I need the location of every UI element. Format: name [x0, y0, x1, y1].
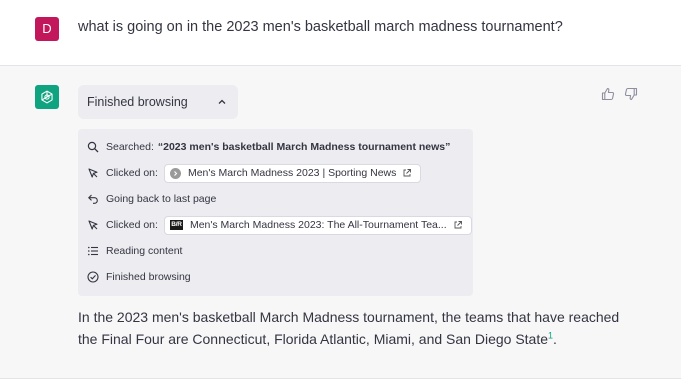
check-circle-icon: [87, 271, 99, 283]
step-label: Clicked on:: [106, 167, 158, 179]
browsing-step-back: Going back to last page: [87, 189, 216, 209]
link-text: Men's March Madness 2023: The All-Tourna…: [189, 219, 447, 231]
step-label: Going back to last page: [106, 193, 217, 205]
cursor-click-icon: [87, 219, 99, 231]
browsing-step-finished: Finished browsing: [87, 267, 191, 287]
browsing-header-label: Finished browsing: [87, 95, 188, 109]
browsing-toggle-button[interactable]: Finished browsing: [78, 85, 238, 119]
browsing-step-reading: Reading content: [87, 241, 182, 261]
list-icon: [87, 245, 99, 257]
bleacher-report-favicon: B/R: [169, 220, 183, 230]
chevron-up-icon: [217, 96, 227, 110]
user-avatar: D: [35, 17, 59, 41]
openai-logo-icon: [35, 85, 59, 109]
browsing-step-click: Clicked on: Men's March Madness 2023 | S…: [87, 163, 422, 183]
user-message-row: D what is going on in the 2023 men's bas…: [0, 0, 681, 66]
thumbs-down-icon[interactable]: [624, 87, 639, 102]
assistant-answer: In the 2023 men's basketball March Madne…: [78, 306, 638, 350]
step-label: Clicked on:: [106, 219, 158, 231]
answer-end: .: [553, 331, 557, 347]
search-query: “2023 men's basketball March Madness tou…: [157, 141, 451, 153]
browsing-step-search: Searched: “2023 men's basketball March M…: [87, 137, 450, 157]
search-icon: [87, 141, 99, 153]
step-label: Searched:: [106, 141, 154, 153]
external-link-icon: [402, 168, 412, 178]
source-link-sporting-news[interactable]: Men's March Madness 2023 | Sporting News: [163, 163, 422, 183]
sporting-news-favicon: [169, 167, 181, 179]
cursor-click-icon: [87, 167, 99, 179]
answer-text: In the 2023 men's basketball March Madne…: [78, 309, 620, 347]
browsing-steps-panel: Searched: “2023 men's basketball March M…: [78, 129, 473, 296]
external-link-icon: [453, 220, 463, 230]
thumbs-up-icon[interactable]: [601, 87, 616, 102]
step-label: Reading content: [106, 245, 183, 257]
browsing-step-click: Clicked on: B/R Men's March Madness 2023…: [87, 215, 472, 235]
link-text: Men's March Madness 2023 | Sporting News: [187, 167, 397, 179]
user-message-text: what is going on in the 2023 men's baske…: [78, 19, 563, 35]
step-label: Finished browsing: [106, 271, 191, 283]
assistant-message-row: Finished browsing Searched: “2023 men's …: [0, 66, 681, 379]
source-link-bleacher-report[interactable]: B/R Men's March Madness 2023: The All-To…: [163, 215, 472, 235]
back-arrow-icon: [87, 193, 99, 205]
